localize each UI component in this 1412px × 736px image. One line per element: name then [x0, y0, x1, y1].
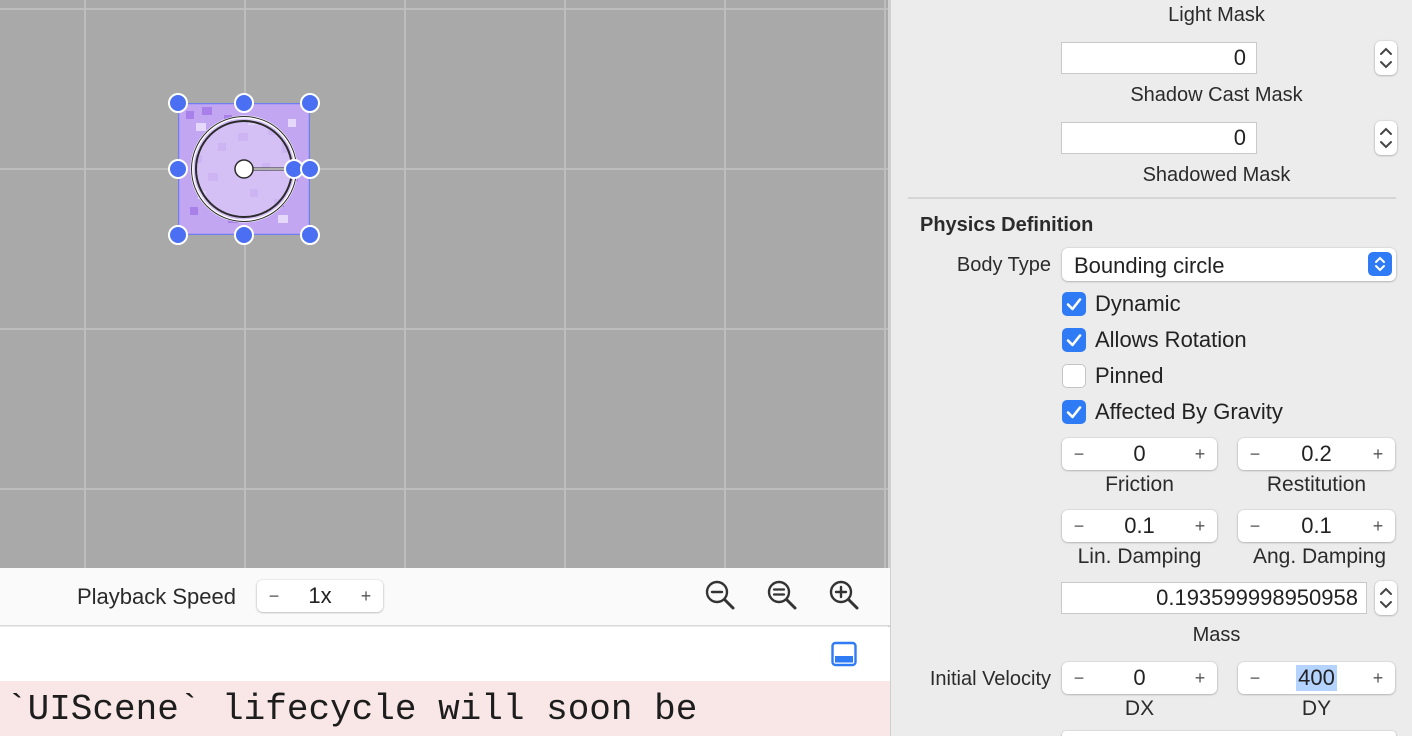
grid-line: [84, 0, 86, 568]
dy-value: 400: [1296, 665, 1337, 691]
light-mask-field[interactable]: 0: [1061, 42, 1257, 74]
restitution-decrement-button[interactable]: −: [1240, 438, 1270, 470]
shadowed-mask-label: Shadowed Mask: [1142, 164, 1291, 186]
grid-line: [0, 8, 890, 10]
ang-damping-stepper: − 0.1 +: [1238, 510, 1395, 542]
dx-decrement-button[interactable]: −: [1064, 662, 1094, 694]
grid-line: [0, 328, 890, 330]
zoom-out-icon[interactable]: [703, 578, 737, 612]
lin-damping-decrement-button[interactable]: −: [1064, 510, 1094, 542]
lin-damping-stepper: − 0.1 +: [1062, 510, 1217, 542]
lin-damping-label: Lin. Damping: [1077, 545, 1202, 568]
attributes-inspector: Light Mask 0 Shadow Cast Mask 0 Shadowed…: [891, 0, 1412, 736]
resize-handle-right[interactable]: [300, 159, 320, 179]
body-type-value: Bounding circle: [1074, 253, 1225, 278]
dx-value[interactable]: 0: [1094, 662, 1185, 694]
resize-handle-left[interactable]: [168, 159, 188, 179]
dynamic-checkbox[interactable]: Dynamic: [1062, 291, 1302, 318]
checkmark-icon: [1062, 328, 1086, 352]
dy-increment-button[interactable]: +: [1363, 662, 1393, 694]
allows-rotation-checkbox[interactable]: Allows Rotation: [1062, 327, 1302, 354]
velocity-dy-stepper: − 400 +: [1238, 662, 1395, 694]
restitution-value[interactable]: 0.2: [1270, 438, 1363, 470]
checkmark-icon: [1062, 400, 1086, 424]
initial-velocity-label: Initial Velocity: [929, 668, 1051, 690]
zoom-fit-icon[interactable]: [765, 578, 799, 612]
dx-label: DX: [1124, 697, 1155, 720]
grid-line: [404, 0, 406, 568]
playback-bar: Playback Speed: [0, 568, 890, 626]
empty-checkbox-icon: [1062, 364, 1086, 388]
friction-value[interactable]: 0: [1094, 438, 1185, 470]
scene-canvas[interactable]: [0, 0, 890, 568]
dx-increment-button[interactable]: +: [1185, 662, 1215, 694]
resize-handle-bottom-left[interactable]: [168, 225, 188, 245]
friction-increment-button[interactable]: +: [1185, 438, 1215, 470]
light-mask-stepper[interactable]: [1375, 41, 1397, 75]
section-divider: [908, 197, 1396, 199]
light-mask-label: Light Mask: [1168, 4, 1265, 26]
pinned-checkbox[interactable]: Pinned: [1062, 363, 1302, 390]
grid-line: [884, 0, 886, 568]
restitution-label: Restitution: [1266, 473, 1367, 496]
speed-decrement-button[interactable]: −: [259, 580, 289, 612]
grid-line: [0, 168, 890, 170]
ang-damping-label: Ang. Damping: [1252, 545, 1387, 568]
resize-handle-bottom[interactable]: [234, 225, 254, 245]
shadow-cast-mask-label: Shadow Cast Mask: [1130, 84, 1303, 106]
grid-line: [564, 0, 566, 568]
resize-handle-top-left[interactable]: [168, 93, 188, 113]
selected-sprite-node[interactable]: [168, 93, 320, 245]
friction-label: Friction: [1105, 473, 1174, 496]
affected-by-gravity-checkbox[interactable]: Affected By Gravity: [1062, 399, 1322, 426]
resize-handle-top[interactable]: [234, 93, 254, 113]
body-type-popup[interactable]: Bounding circle: [1062, 248, 1396, 281]
mass-stepper[interactable]: [1375, 581, 1397, 615]
resize-handle-top-right[interactable]: [300, 93, 320, 113]
ang-damping-decrement-button[interactable]: −: [1240, 510, 1270, 542]
restitution-stepper: − 0.2 +: [1238, 438, 1395, 470]
shadow-cast-mask-stepper[interactable]: [1375, 121, 1397, 155]
grid-line: [724, 0, 726, 568]
dynamic-label: Dynamic: [1095, 291, 1181, 316]
shadow-cast-mask-field[interactable]: 0: [1061, 122, 1257, 154]
next-field-partial[interactable]: [1062, 731, 1396, 736]
friction-decrement-button[interactable]: −: [1064, 438, 1094, 470]
grid-line: [0, 488, 890, 490]
pinned-label: Pinned: [1095, 363, 1164, 388]
body-type-label: Body Type: [956, 254, 1051, 276]
physics-definition-title: Physics Definition: [920, 214, 1094, 236]
mass-label: Mass: [1192, 624, 1241, 646]
zoom-in-icon[interactable]: [827, 578, 861, 612]
affected-by-gravity-label: Affected By Gravity: [1095, 399, 1283, 424]
checkmark-icon: [1062, 292, 1086, 316]
playback-speed-stepper: − 1x +: [257, 580, 383, 612]
chevron-up-down-icon: [1368, 252, 1392, 276]
dy-field[interactable]: 400: [1270, 662, 1363, 694]
restitution-increment-button[interactable]: +: [1363, 438, 1393, 470]
friction-stepper: − 0 +: [1062, 438, 1217, 470]
bottom-panel-icon[interactable]: [830, 640, 858, 668]
dy-label: DY: [1301, 697, 1332, 720]
dy-decrement-button[interactable]: −: [1240, 662, 1270, 694]
ang-damping-increment-button[interactable]: +: [1363, 510, 1393, 542]
allows-rotation-label: Allows Rotation: [1095, 327, 1247, 352]
ang-damping-value[interactable]: 0.1: [1270, 510, 1363, 542]
grid-line: [244, 0, 246, 568]
resize-handle-bottom-right[interactable]: [300, 225, 320, 245]
console-output: `UIScene` lifecycle will soon be: [0, 681, 890, 736]
lin-damping-increment-button[interactable]: +: [1185, 510, 1215, 542]
velocity-dx-stepper: − 0 +: [1062, 662, 1217, 694]
playback-speed-label: Playback Speed: [77, 584, 236, 609]
console-message: `UIScene` lifecycle will soon be: [6, 689, 698, 730]
console-header: [0, 627, 890, 681]
speed-value: 1x: [308, 583, 332, 608]
mass-field[interactable]: 0.193599998950958: [1061, 582, 1367, 614]
speed-increment-button[interactable]: +: [351, 580, 381, 612]
lin-damping-value[interactable]: 0.1: [1094, 510, 1185, 542]
